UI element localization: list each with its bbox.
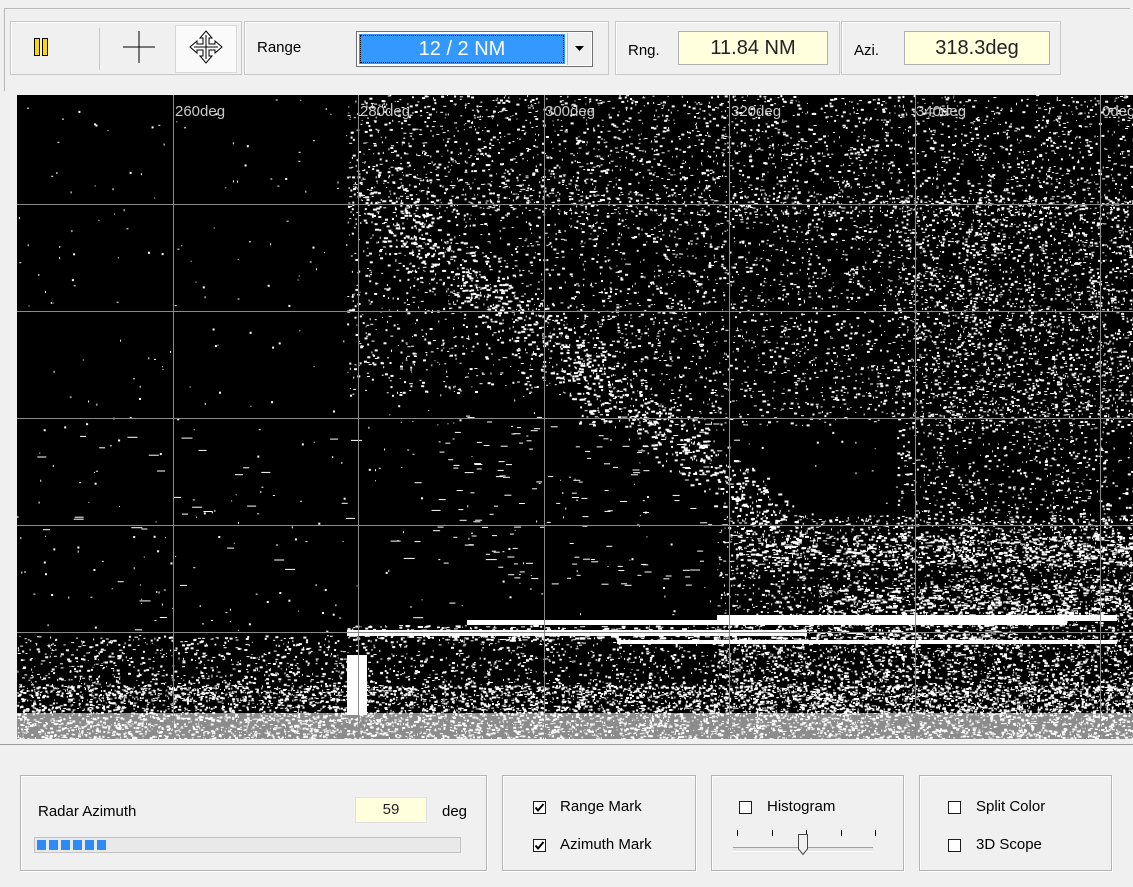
mark-options-panel: Range Mark Azimuth Mark [502,775,696,871]
pause-icon [34,38,48,60]
radar-azimuth-progress [34,837,461,853]
radar-echo-canvas [17,95,1133,739]
range-readout-group: Rng. 11.84 NM [615,21,840,75]
radar-azimuth-label: Radar Azimuth [38,803,136,820]
toolbar: Range 12 / 2 NM Rng. 11.84 NM Azi. 318.3… [4,8,1130,91]
toolbar-separator [99,28,100,70]
range-mark-checkbox[interactable] [533,801,546,814]
azimuth-mark-checkbox[interactable] [533,839,546,852]
slider-tick [737,830,738,836]
pan-button[interactable] [175,25,237,73]
move-arrows-icon [189,30,223,68]
split-color-label[interactable]: Split Color [976,798,1045,815]
range-select[interactable]: 12 / 2 NM [356,31,593,67]
range-label: Range [257,39,301,56]
histogram-checkbox[interactable] [739,801,752,814]
azimuth-readout-group: Azi. 318.3deg [841,21,1061,75]
split-color-checkbox[interactable] [948,801,961,814]
histogram-label[interactable]: Histogram [767,798,835,815]
azi-label: Azi. [854,42,879,59]
range-select-value: 12 / 2 NM [359,34,565,64]
azimuth-label-280: 280deg [360,103,410,120]
radar-azimuth-value: 59 [355,797,427,823]
azimuth-label-0: 0deg [1102,103,1133,120]
azimuth-label-300: 300deg [545,103,595,120]
slider-tick [875,830,876,836]
azimuth-label-320: 320deg [731,103,781,120]
checkmark-icon [534,841,545,851]
rng-value: 11.84 NM [678,31,828,65]
range-mark-label[interactable]: Range Mark [560,798,642,815]
radar-azimuth-unit: deg [442,803,467,820]
caret-down-icon [575,44,584,55]
3d-scope-checkbox[interactable] [948,839,961,852]
display-options-panel: Split Color 3D Scope [919,775,1112,871]
rng-label: Rng. [628,42,660,59]
3d-scope-label[interactable]: 3D Scope [976,836,1042,853]
radar-display[interactable]: 260deg 280deg 300deg 320deg 340deg 0deg [17,95,1133,739]
range-dropdown-button[interactable] [567,33,591,65]
azimuth-label-340: 340deg [916,103,966,120]
radar-echoes [17,95,1133,739]
tool-buttons-group [10,21,242,75]
histogram-slider-thumb[interactable] [798,834,808,856]
azimuth-label-260: 260deg [175,103,225,120]
slider-tick [772,830,773,836]
radar-azimuth-progress-fill [37,840,106,850]
checkmark-icon [534,803,545,813]
crosshair-button[interactable] [109,25,169,73]
pause-button[interactable] [11,25,71,73]
radar-azimuth-panel: Radar Azimuth 59 deg [20,775,487,871]
slider-tick [841,830,842,836]
azi-value: 318.3deg [904,31,1050,65]
histogram-panel: Histogram [711,775,904,871]
azimuth-mark-label[interactable]: Azimuth Mark [560,836,652,853]
panel-divider [0,744,1133,745]
crosshair-icon [122,30,156,68]
